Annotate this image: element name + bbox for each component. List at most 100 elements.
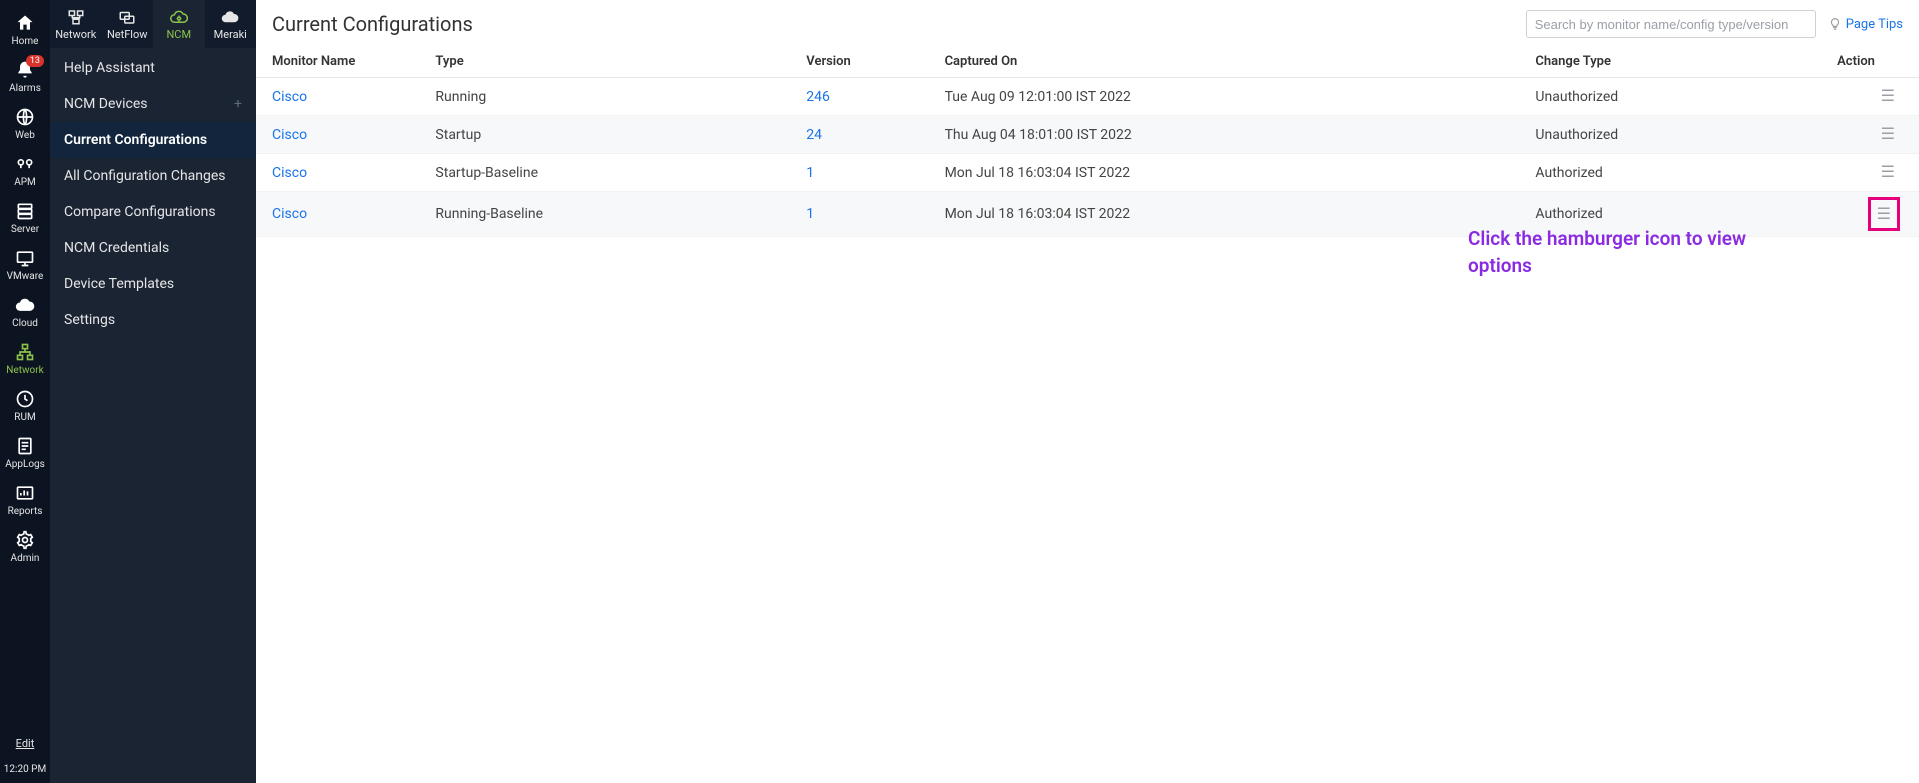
- main-content: Current Configurations Page Tips Monitor…: [256, 0, 1919, 783]
- tab-label: Meraki: [214, 28, 247, 41]
- reports-icon: [15, 483, 35, 503]
- column-header[interactable]: Action: [1821, 46, 1919, 78]
- sidebar-item-label: AppLogs: [5, 459, 45, 470]
- sidebar-item-label: Admin: [11, 553, 40, 564]
- tab-label: NCM: [166, 28, 191, 41]
- submenu-item[interactable]: All Configuration Changes: [50, 158, 256, 194]
- server-icon: [15, 201, 35, 221]
- monitor-link[interactable]: Cisco: [272, 206, 307, 222]
- sidebar-item-label: Network: [6, 365, 43, 376]
- cell-captured: Mon Jul 18 16:03:04 IST 2022: [929, 154, 1520, 192]
- page-title: Current Configurations: [272, 12, 473, 36]
- secondary-nav: NetworkNetFlowNCMMeraki Help AssistantNC…: [50, 0, 256, 783]
- sidebar-item-apm[interactable]: APM: [0, 147, 50, 194]
- plus-icon[interactable]: +: [234, 96, 242, 112]
- monitor-link[interactable]: Cisco: [272, 165, 307, 181]
- sidebar-item-vmware[interactable]: VMware: [0, 241, 50, 288]
- applogs-icon: [15, 436, 35, 456]
- cell-change: Unauthorized: [1519, 78, 1821, 116]
- column-header[interactable]: Version: [790, 46, 928, 78]
- home-icon: [15, 13, 35, 33]
- monitor-link[interactable]: Cisco: [272, 89, 307, 105]
- submenu-item-label: NCM Credentials: [64, 240, 169, 256]
- tab-netflow[interactable]: NetFlow: [102, 0, 154, 48]
- column-header[interactable]: Type: [419, 46, 790, 78]
- sidebar-item-cloud[interactable]: Cloud: [0, 288, 50, 335]
- main-header: Current Configurations Page Tips: [256, 0, 1919, 46]
- page-tips-link[interactable]: Page Tips: [1828, 17, 1903, 32]
- version-link[interactable]: 1: [806, 165, 814, 181]
- tab-ncm[interactable]: NCM: [153, 0, 205, 48]
- version-link[interactable]: 246: [806, 89, 830, 105]
- version-link[interactable]: 1: [806, 206, 814, 222]
- cell-change: Unauthorized: [1519, 116, 1821, 154]
- submenu-item[interactable]: Device Templates: [50, 266, 256, 302]
- network-icon: [15, 342, 35, 362]
- admin-icon: [15, 530, 35, 550]
- sidebar-item-network[interactable]: Network: [0, 335, 50, 382]
- search-input[interactable]: [1526, 10, 1816, 38]
- submenu-item[interactable]: Current Configurations: [50, 122, 256, 158]
- hamburger-icon[interactable]: ☰: [1873, 202, 1895, 226]
- submenu: Help Assistant NCM Devices + Current Config…: [50, 48, 256, 783]
- sidebar-item-label: Cloud: [12, 318, 38, 329]
- cell-type: Startup-Baseline: [419, 154, 790, 192]
- sidebar-item-label: APM: [14, 177, 36, 188]
- submenu-item[interactable]: Help Assistant: [50, 50, 256, 86]
- submenu-item-label: Compare Configurations: [64, 204, 216, 220]
- badge: 13: [26, 55, 44, 67]
- sidebar-item-applogs[interactable]: AppLogs: [0, 429, 50, 476]
- sidebar-item-admin[interactable]: Admin: [0, 523, 50, 570]
- page-tips-label: Page Tips: [1846, 17, 1903, 32]
- web-icon: [15, 107, 35, 127]
- sidebar-item-label: Server: [11, 224, 39, 235]
- sidebar-item-label: Home: [12, 36, 39, 47]
- network-icon: [67, 8, 85, 26]
- submenu-item[interactable]: Settings: [50, 302, 256, 338]
- sidebar-item-alarms[interactable]: Alarms13: [0, 53, 50, 100]
- column-header[interactable]: Captured On: [929, 46, 1520, 78]
- cell-type: Running: [419, 78, 790, 116]
- submenu-item[interactable]: NCM Devices +: [50, 86, 256, 122]
- sidebar-item-server[interactable]: Server: [0, 194, 50, 241]
- vmware-icon: [15, 248, 35, 268]
- hamburger-icon[interactable]: ☰: [1881, 126, 1895, 142]
- tab-meraki[interactable]: Meraki: [205, 0, 257, 48]
- sidebar-edit[interactable]: Edit: [16, 737, 35, 758]
- submenu-item[interactable]: NCM Credentials: [50, 230, 256, 266]
- rum-icon: [15, 389, 35, 409]
- tab-network[interactable]: Network: [50, 0, 102, 48]
- submenu-item-label: Current Configurations: [64, 132, 207, 148]
- sidebar-item-rum[interactable]: RUM: [0, 382, 50, 429]
- sidebar-clock: 12:20 PM: [4, 758, 46, 783]
- submenu-item-label: Settings: [64, 312, 115, 328]
- table-row: Cisco Running 246 Tue Aug 09 12:01:00 IST 2…: [256, 78, 1919, 116]
- tab-label: NetFlow: [107, 28, 148, 41]
- column-header[interactable]: Monitor Name: [256, 46, 419, 78]
- cell-captured: Thu Aug 04 18:01:00 IST 2022: [929, 116, 1520, 154]
- monitor-link[interactable]: Cisco: [272, 127, 307, 143]
- cloud-icon: [15, 295, 35, 315]
- submenu-item-label: All Configuration Changes: [64, 168, 226, 184]
- cell-type: Running-Baseline: [419, 192, 790, 237]
- cell-type: Startup: [419, 116, 790, 154]
- sidebar-item-reports[interactable]: Reports: [0, 476, 50, 523]
- submenu-item-label: NCM Devices: [64, 96, 147, 112]
- cell-captured: Tue Aug 09 12:01:00 IST 2022: [929, 78, 1520, 116]
- submenu-item[interactable]: Compare Configurations: [50, 194, 256, 230]
- sidebar-item-web[interactable]: Web: [0, 100, 50, 147]
- annotation-text: Click the hamburger icon to view options: [1468, 226, 1778, 279]
- cell-captured: Mon Jul 18 16:03:04 IST 2022: [929, 192, 1520, 237]
- column-header[interactable]: Change Type: [1519, 46, 1821, 78]
- hamburger-icon[interactable]: ☰: [1881, 164, 1895, 180]
- meraki-icon: [221, 8, 239, 26]
- ncm-icon: [170, 8, 188, 26]
- netflow-icon: [118, 8, 136, 26]
- bulb-icon: [1828, 17, 1842, 31]
- table-row: Cisco Startup 24 Thu Aug 04 18:01:00 IST 20…: [256, 116, 1919, 154]
- hamburger-icon[interactable]: ☰: [1881, 88, 1895, 104]
- sidebar-item-home[interactable]: Home: [0, 6, 50, 53]
- version-link[interactable]: 24: [806, 127, 822, 143]
- table-row: Cisco Startup-Baseline 1 Mon Jul 18 16:03:0…: [256, 154, 1919, 192]
- sidebar-item-label: VMware: [7, 271, 44, 282]
